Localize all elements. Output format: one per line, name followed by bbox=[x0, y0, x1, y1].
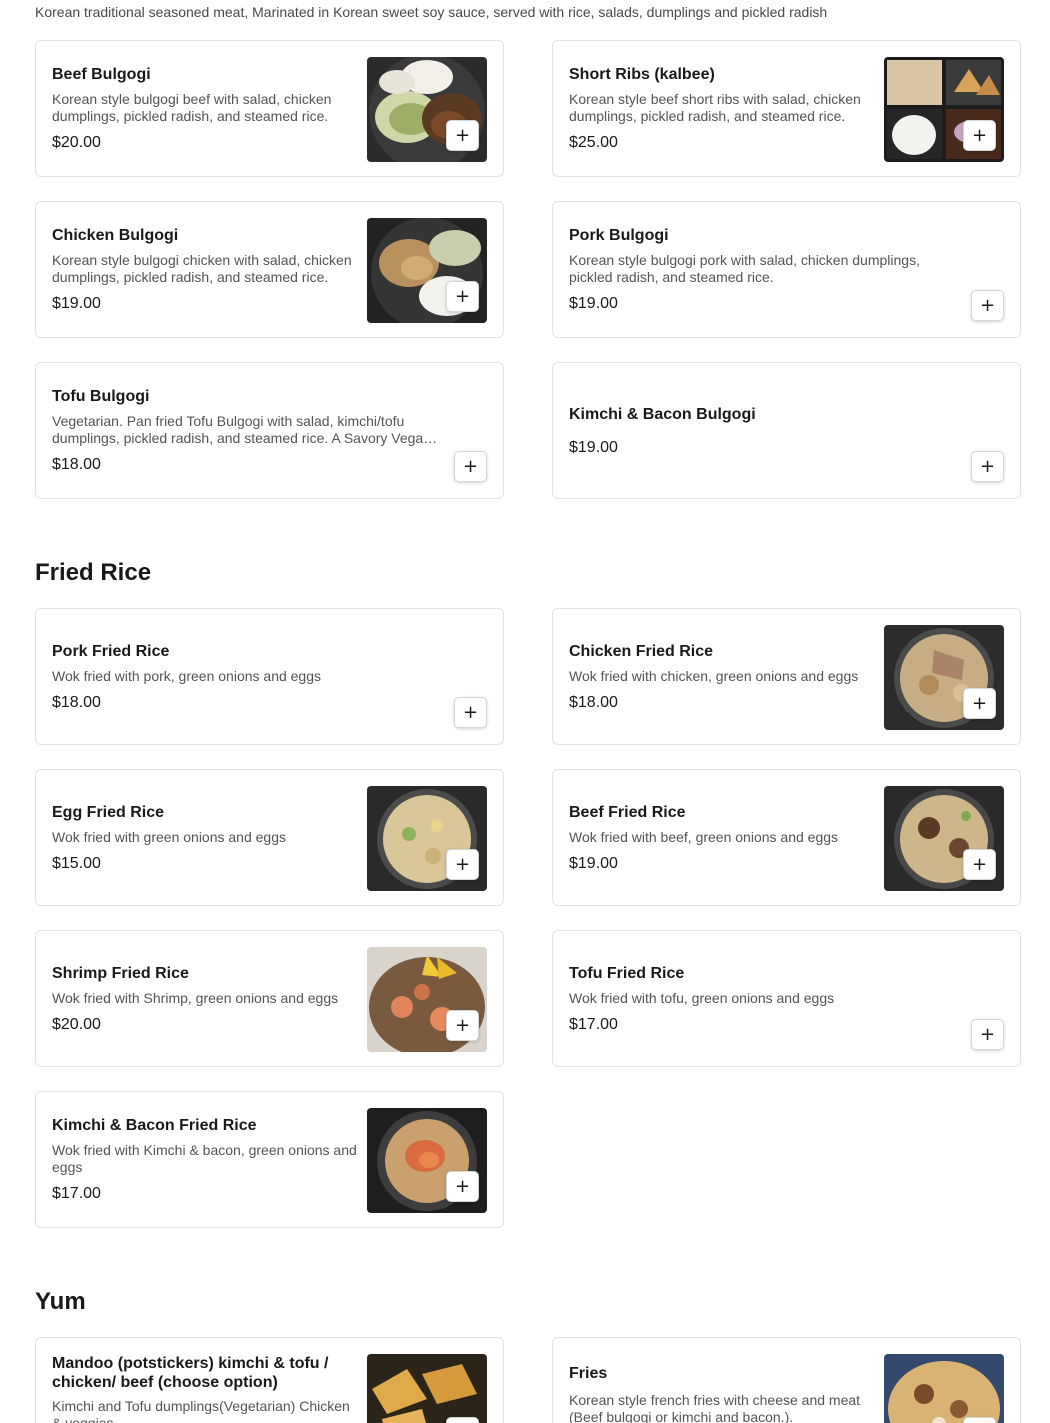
item-price: $19.00 bbox=[52, 295, 101, 312]
item-name: Pork Fried Rice bbox=[52, 642, 170, 660]
item-photo bbox=[884, 1354, 1004, 1423]
plus-icon: + bbox=[454, 285, 471, 307]
item-price: $19.00 bbox=[569, 438, 618, 456]
plus-icon: + bbox=[454, 124, 471, 146]
item-price: $20.00 bbox=[52, 134, 101, 151]
item-name: Tofu Bulgogi bbox=[52, 388, 150, 405]
add-to-cart-button[interactable]: + bbox=[446, 849, 479, 880]
plus-icon: + bbox=[454, 1175, 471, 1197]
item-price: $17.00 bbox=[52, 1185, 101, 1202]
item-description: Kimchi and Tofu dumplings(Vegetarian) Ch… bbox=[52, 1398, 350, 1423]
menu-item-card[interactable]: Fries Korean style french fries with che… bbox=[552, 1337, 1021, 1423]
plus-icon: + bbox=[979, 1023, 996, 1045]
add-to-cart-button[interactable]: + bbox=[446, 281, 479, 312]
item-name: Mandoo (potstickers) kimchi & tofu / chi… bbox=[52, 1355, 329, 1391]
menu-item-card[interactable]: Shrimp Fried Rice Wok fried with Shrimp,… bbox=[35, 930, 504, 1067]
item-name: Beef Fried Rice bbox=[569, 803, 686, 821]
plus-icon: + bbox=[462, 455, 479, 477]
item-description: Korean style bulgogi beef with salad, ch… bbox=[52, 91, 332, 124]
section-title-fried-rice: Fried Rice bbox=[35, 559, 152, 586]
item-description: Wok fried with beef, green onions and eg… bbox=[569, 828, 839, 845]
item-description: Korean style beef short ribs with salad,… bbox=[569, 91, 861, 124]
plus-icon: + bbox=[979, 294, 996, 316]
menu-item-card[interactable]: Chicken Bulgogi Korean style bulgogi chi… bbox=[35, 201, 504, 338]
item-price: $25.00 bbox=[569, 134, 618, 151]
plus-icon: + bbox=[971, 853, 988, 875]
item-name: Chicken Bulgogi bbox=[52, 227, 179, 244]
menu-item-card[interactable]: Pork Fried Rice Wok fried with pork, gre… bbox=[35, 608, 504, 745]
item-price: $15.00 bbox=[52, 854, 101, 872]
menu-item-card[interactable]: Tofu Fried Rice Wok fried with tofu, gre… bbox=[552, 930, 1021, 1067]
add-to-cart-button[interactable]: + bbox=[963, 688, 996, 719]
item-name: Short Ribs (kalbee) bbox=[569, 66, 715, 83]
item-price: $17.00 bbox=[569, 1015, 618, 1033]
item-name: Egg Fried Rice bbox=[52, 803, 165, 821]
item-description: Korean style bulgogi pork with salad, ch… bbox=[569, 252, 920, 285]
menu-item-card[interactable]: Pork Bulgogi Korean style bulgogi pork w… bbox=[552, 201, 1021, 338]
section-title-yum: Yum bbox=[35, 1288, 86, 1315]
add-to-cart-button[interactable]: + bbox=[446, 1010, 479, 1041]
item-price: $18.00 bbox=[52, 693, 101, 711]
menu-item-card[interactable]: Beef Fried Rice Wok fried with beef, gre… bbox=[552, 769, 1021, 906]
plus-icon: + bbox=[971, 692, 988, 714]
add-to-cart-button[interactable]: + bbox=[971, 1019, 1004, 1050]
add-to-cart-button[interactable]: + bbox=[446, 1171, 479, 1202]
add-to-cart-button[interactable]: + bbox=[963, 120, 996, 151]
item-name: Kimchi & Bacon Fried Rice bbox=[52, 1117, 257, 1134]
item-description: Wok fried with Shrimp, green onions and … bbox=[52, 989, 339, 1006]
item-name: Kimchi & Bacon Bulgogi bbox=[569, 405, 756, 423]
item-price: $18.00 bbox=[569, 693, 618, 711]
item-photo bbox=[367, 1354, 487, 1423]
add-to-cart-button[interactable]: + bbox=[971, 451, 1004, 482]
item-price: $18.00 bbox=[52, 456, 101, 473]
item-name: Beef Bulgogi bbox=[52, 66, 151, 83]
plus-icon: + bbox=[462, 701, 479, 723]
item-description: Wok fried with green onions and eggs bbox=[52, 828, 286, 845]
item-name: Shrimp Fried Rice bbox=[52, 964, 189, 982]
add-to-cart-button[interactable]: + bbox=[446, 1417, 479, 1423]
add-to-cart-button[interactable]: + bbox=[454, 697, 487, 728]
item-description: Wok fried with Kimchi & bacon, green oni… bbox=[52, 1142, 357, 1175]
item-name: Tofu Fried Rice bbox=[569, 964, 685, 982]
menu-item-card[interactable]: Tofu Bulgogi Vegetarian. Pan fried Tofu … bbox=[35, 362, 504, 499]
item-description: Vegetarian. Pan fried Tofu Bulgogi with … bbox=[52, 413, 431, 446]
plus-icon: + bbox=[454, 853, 471, 875]
plus-icon: + bbox=[979, 455, 996, 477]
add-to-cart-button[interactable]: + bbox=[963, 1417, 996, 1423]
menu-item-card[interactable]: Egg Fried Rice Wok fried with green onio… bbox=[35, 769, 504, 906]
item-name: Chicken Fried Rice bbox=[569, 642, 714, 660]
menu-item-card[interactable]: Mandoo (potstickers) kimchi & tofu / chi… bbox=[35, 1337, 504, 1423]
add-to-cart-button[interactable]: + bbox=[454, 451, 487, 482]
item-description: Korean style bulgogi chicken with salad,… bbox=[52, 252, 352, 285]
item-description: Korean style french fries with cheese an… bbox=[569, 1392, 861, 1423]
add-to-cart-button[interactable]: + bbox=[446, 120, 479, 151]
add-to-cart-button[interactable]: + bbox=[971, 290, 1004, 321]
item-name: Pork Bulgogi bbox=[569, 227, 669, 244]
item-price: $19.00 bbox=[569, 854, 618, 872]
item-description: Wok fried with chicken, green onions and… bbox=[569, 667, 859, 684]
menu-item-card[interactable]: Kimchi & Bacon Fried Rice Wok fried with… bbox=[35, 1091, 504, 1228]
menu-item-card[interactable]: Chicken Fried Rice Wok fried with chicke… bbox=[552, 608, 1021, 745]
item-price: $19.00 bbox=[569, 295, 618, 312]
item-name: Fries bbox=[569, 1365, 608, 1382]
menu-item-card[interactable]: Kimchi & Bacon Bulgogi $19.00 + bbox=[552, 362, 1021, 499]
item-description: Wok fried with pork, green onions and eg… bbox=[52, 667, 322, 684]
menu-item-card[interactable]: Short Ribs (kalbee) Korean style beef sh… bbox=[552, 40, 1021, 177]
item-price: $20.00 bbox=[52, 1015, 101, 1033]
plus-icon: + bbox=[454, 1014, 471, 1036]
menu-item-card[interactable]: Beef Bulgogi Korean style bulgogi beef w… bbox=[35, 40, 504, 177]
item-description: Wok fried with tofu, green onions and eg… bbox=[569, 989, 835, 1006]
plus-icon: + bbox=[971, 124, 988, 146]
add-to-cart-button[interactable]: + bbox=[963, 849, 996, 880]
section-description: Korean traditional seasoned meat, Marina… bbox=[35, 4, 828, 20]
